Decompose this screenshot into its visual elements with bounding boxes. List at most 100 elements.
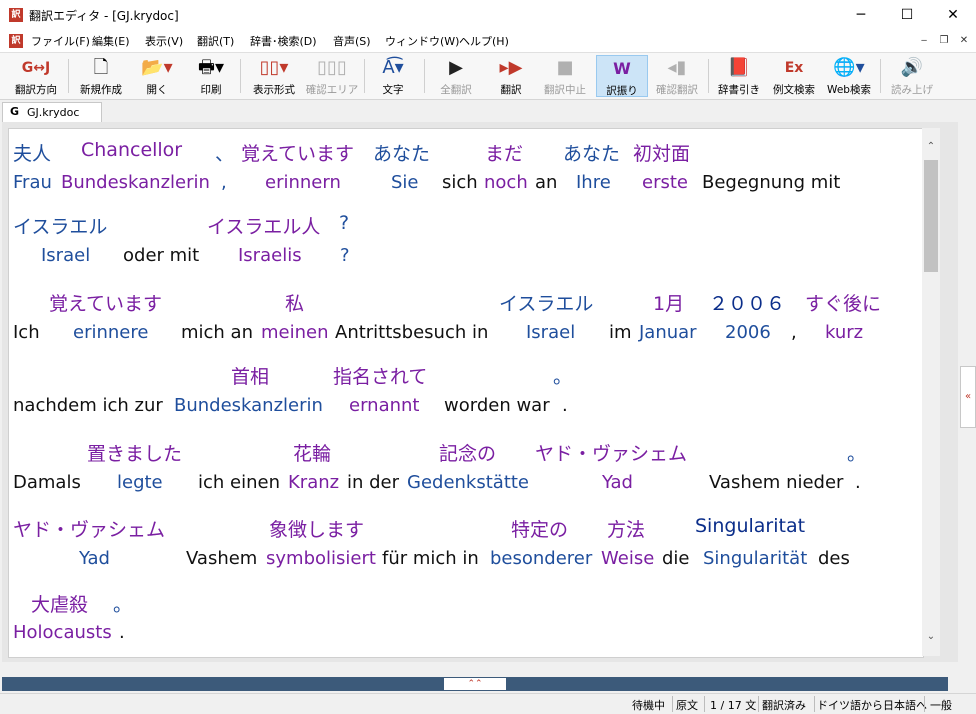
word-ja[interactable]: 指名されて: [333, 362, 427, 389]
word-ja[interactable]: 方法: [607, 515, 645, 542]
word-ja[interactable]: Chancellor: [81, 139, 182, 161]
word-ja[interactable]: 大虐殺: [31, 590, 88, 617]
menu-voice[interactable]: 音声(S): [333, 33, 371, 49]
word-ja[interactable]: あなた: [563, 139, 620, 166]
menu-file[interactable]: ファイル(F): [31, 33, 90, 49]
scroll-down-icon[interactable]: ⌄: [922, 628, 940, 646]
word-de[interactable]: ernannt: [349, 395, 419, 416]
word-de[interactable]: .: [855, 472, 861, 493]
menu-translate[interactable]: 翻訳(T): [197, 33, 234, 49]
word-de[interactable]: die: [662, 548, 690, 569]
word-de[interactable]: Holocausts: [13, 622, 112, 643]
word-ja[interactable]: 、: [215, 139, 234, 166]
word-de[interactable]: Bundeskanzlerin: [61, 172, 210, 193]
word-de[interactable]: ?: [340, 245, 350, 266]
word-de[interactable]: oder mit: [123, 245, 199, 266]
word-ja[interactable]: ?: [339, 212, 349, 234]
vertical-scrollbar[interactable]: ⌃ ⌄: [922, 128, 940, 656]
document-menu-icon[interactable]: 訳: [9, 34, 23, 48]
word-de[interactable]: besonderer: [490, 548, 592, 569]
maximize-button[interactable]: ☐: [884, 0, 930, 30]
word-de[interactable]: sich: [442, 172, 478, 193]
word-de[interactable]: erste: [642, 172, 688, 193]
word-de[interactable]: legte: [117, 472, 163, 493]
word-de[interactable]: Antrittsbesuch in: [335, 322, 488, 343]
word-ja[interactable]: 夫人: [13, 139, 51, 166]
word-de[interactable]: mich an: [181, 322, 253, 343]
word-de[interactable]: Vashem: [186, 548, 257, 569]
word-ja[interactable]: 。: [553, 362, 572, 389]
minimize-button[interactable]: ─: [838, 0, 884, 30]
word-de[interactable]: des: [818, 548, 850, 569]
mdi-minimize-button[interactable]: ‒: [916, 33, 932, 49]
assign-translation-button[interactable]: W 訳振り: [596, 55, 648, 97]
word-de[interactable]: Ich: [13, 322, 40, 343]
new-document-button[interactable]: 🗋 新規作成: [74, 55, 128, 97]
word-ja[interactable]: 1月: [653, 289, 684, 316]
close-button[interactable]: ✕: [930, 0, 976, 30]
web-search-button[interactable]: 🌐▾ Web検索: [824, 55, 874, 97]
menu-view[interactable]: 表示(V): [145, 33, 183, 49]
pane-splitter[interactable]: ⌃⌃: [2, 677, 948, 691]
word-de[interactable]: Januar: [639, 322, 697, 343]
word-de[interactable]: Sie: [391, 172, 419, 193]
word-de[interactable]: 2006: [725, 322, 771, 343]
translate-button[interactable]: ▸▶ 翻訳: [490, 55, 532, 97]
word-ja[interactable]: 。: [847, 439, 866, 466]
text-format-button[interactable]: A͡▾ 文字: [372, 55, 414, 97]
word-de[interactable]: ich einen: [198, 472, 280, 493]
display-format-button[interactable]: ▯▯▾ 表示形式: [246, 55, 302, 97]
word-de[interactable]: Israelis: [238, 245, 302, 266]
word-ja[interactable]: イスラエル: [499, 289, 593, 316]
menu-window[interactable]: ウィンドウ(W): [385, 33, 459, 49]
word-de[interactable]: Gedenkstätte: [407, 472, 529, 493]
word-de[interactable]: erinnern: [265, 172, 341, 193]
word-ja[interactable]: ２００６: [709, 289, 785, 316]
word-ja[interactable]: 覚えています: [49, 289, 162, 316]
example-search-button[interactable]: Ex 例文検索: [768, 55, 820, 97]
word-ja[interactable]: 記念の: [439, 439, 496, 466]
word-ja[interactable]: ヤド・ヴァシェム: [13, 515, 165, 542]
word-de[interactable]: Yad: [79, 548, 110, 569]
word-ja[interactable]: 首相: [231, 362, 269, 389]
word-ja[interactable]: あなた: [373, 139, 430, 166]
word-de[interactable]: .: [119, 622, 125, 643]
word-ja[interactable]: 象徴します: [269, 515, 364, 542]
word-de[interactable]: für mich in: [382, 548, 479, 569]
word-de[interactable]: worden war: [444, 395, 550, 416]
word-de[interactable]: Begegnung mit: [702, 172, 840, 193]
word-ja[interactable]: ヤド・ヴァシェム: [535, 439, 687, 466]
word-de[interactable]: Weise: [601, 548, 654, 569]
word-de[interactable]: kurz: [825, 322, 863, 343]
word-de[interactable]: noch: [484, 172, 528, 193]
word-ja[interactable]: 花輪: [293, 439, 331, 466]
word-de[interactable]: Israel: [41, 245, 90, 266]
word-ja[interactable]: イスラエル: [13, 212, 107, 239]
read-aloud-button[interactable]: 🔊 読み上げ: [886, 55, 938, 97]
scroll-up-icon[interactable]: ⌃: [922, 138, 940, 156]
expand-lower-pane-icon[interactable]: ⌃⌃: [444, 678, 506, 690]
word-de[interactable]: meinen: [261, 322, 329, 343]
translation-document[interactable]: 夫人 Chancellor 、 覚えています あなた まだ あなた 初対面 Fr…: [8, 128, 924, 658]
scrollbar-thumb[interactable]: [924, 160, 938, 272]
word-ja[interactable]: すぐ後に: [805, 289, 881, 316]
word-ja[interactable]: 覚えています: [241, 139, 354, 166]
word-de[interactable]: ,: [791, 322, 797, 343]
word-de[interactable]: symbolisiert: [266, 548, 376, 569]
word-de[interactable]: erinnere: [73, 322, 148, 343]
word-de[interactable]: nachdem ich zur: [13, 395, 163, 416]
translation-direction-button[interactable]: G↔J 翻訳方向: [8, 55, 64, 97]
word-ja[interactable]: 置きました: [87, 439, 182, 466]
stop-translation-button[interactable]: ■ 翻訳中止: [538, 55, 592, 97]
word-de[interactable]: Bundeskanzlerin: [174, 395, 323, 416]
menu-help[interactable]: ヘルプ(H): [459, 33, 509, 49]
word-de[interactable]: Ihre: [576, 172, 611, 193]
mdi-restore-button[interactable]: ❐: [936, 33, 952, 49]
expand-panel-icon[interactable]: «: [960, 366, 976, 428]
word-de[interactable]: im: [609, 322, 632, 343]
open-button[interactable]: 📂▾ 開く: [134, 55, 180, 97]
word-de[interactable]: Israel: [526, 322, 575, 343]
word-de[interactable]: an: [535, 172, 557, 193]
dictionary-lookup-button[interactable]: 📕 辞書引き: [714, 55, 764, 97]
word-ja[interactable]: 私: [285, 289, 304, 316]
